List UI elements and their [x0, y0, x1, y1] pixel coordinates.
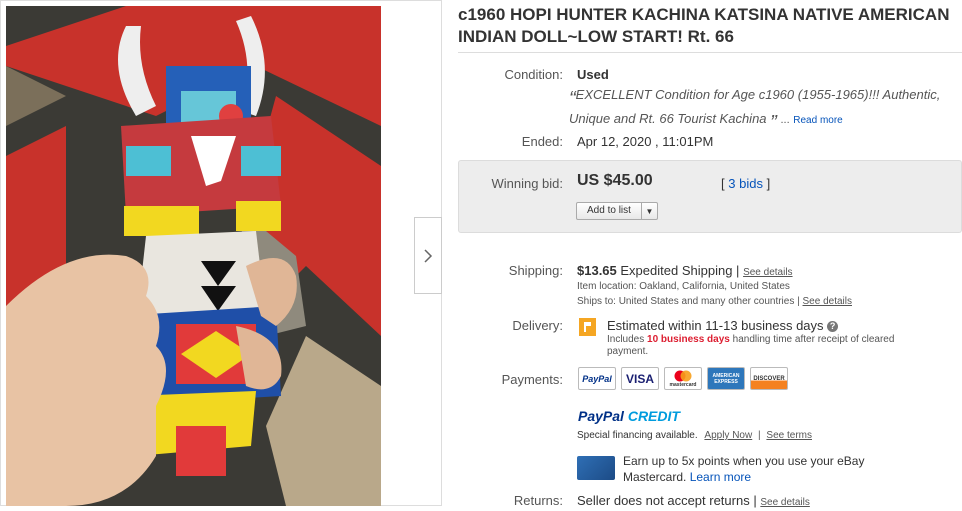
ships-to-see-details-link[interactable]: See details — [803, 296, 852, 307]
mastercard-circles-icon — [674, 370, 692, 381]
financing-text: Special financing available. — [577, 430, 698, 441]
ended-value: Apr 12, 2020 , 11:01PM — [577, 134, 714, 149]
ellipsis: ... — [780, 114, 790, 126]
mastercard-text: mastercard — [669, 381, 697, 388]
visa-logo: VISA — [621, 367, 659, 390]
shipping-row: $13.65 Expedited Shipping | See details — [577, 263, 793, 278]
paypal-credit-word2: CREDIT — [627, 408, 680, 424]
read-more-link[interactable]: Read more — [793, 115, 842, 126]
winning-bid-panel — [458, 160, 962, 233]
item-location: Item location: Oakland, California, Unit… — [577, 281, 790, 292]
paypal-credit-word1: PayPal — [578, 408, 624, 424]
winning-bid-value: US $45.00 — [577, 172, 653, 189]
returns-label: Returns: — [513, 493, 563, 508]
kachina-doll-image — [6, 6, 381, 506]
ended-label: Ended: — [521, 134, 563, 149]
item-title: c1960 HOPI HUNTER KACHINA KATSINA NATIVE… — [458, 5, 950, 46]
discover-logo: DISCOVER — [750, 367, 788, 390]
mastercard-logo: mastercard — [664, 367, 702, 390]
add-to-list-button[interactable]: Add to list ▼ — [576, 202, 658, 220]
bids-bracket-close: ] — [766, 176, 771, 191]
delivery-note-line2: payment. — [607, 346, 649, 357]
ships-to-separator: | — [797, 296, 800, 307]
card-promo-line1: Earn up to 5x points when you use your e… — [623, 454, 865, 468]
delivery-estimate: Estimated within 11-13 business days — [607, 318, 824, 333]
financing-row: Special financing available. Apply Now |… — [577, 430, 812, 441]
condition-value: Used — [577, 67, 609, 82]
returns-see-details-link[interactable]: See details — [760, 497, 809, 508]
ebay-mastercard-icon — [577, 456, 615, 480]
condition-label: Condition: — [504, 67, 563, 82]
bid-history-link[interactable]: 3 bids — [728, 176, 763, 191]
add-to-list-label[interactable]: Add to list — [577, 203, 642, 219]
financing-separator: | — [758, 430, 761, 441]
ships-to: Ships to: United States and many other c… — [577, 296, 795, 307]
payment-methods: PayPal VISA mastercard AMERICAN EXPRESS … — [578, 367, 788, 390]
shipping-see-details-link[interactable]: See details — [743, 267, 792, 278]
bids-bracket-open: [ — [721, 176, 725, 191]
open-quote: “ — [569, 88, 576, 110]
card-promo-line2: Mastercard. — [623, 470, 687, 484]
returns-row: Seller does not accept returns | See det… — [577, 493, 810, 508]
condition-desc-line2: Unique and Rt. 66 Tourist Kachina — [569, 111, 767, 126]
handling-days: 10 business days — [647, 334, 730, 345]
shipping-method: Expedited Shipping — [620, 263, 733, 278]
title-divider — [458, 52, 962, 53]
delivery-note-prefix: Includes — [607, 334, 645, 345]
next-image-button[interactable] — [414, 217, 442, 294]
delivery-note-suffix: handling time after receipt of cleared — [732, 334, 895, 345]
card-promo: Earn up to 5x points when you use your e… — [623, 453, 864, 485]
returns-separator: | — [753, 493, 757, 508]
chevron-down-icon[interactable]: ▼ — [642, 203, 657, 219]
ships-to-row: Ships to: United States and many other c… — [577, 296, 852, 307]
paypal-logo: PayPal — [578, 367, 616, 390]
delivery-label: Delivery: — [512, 318, 563, 333]
image-gallery — [0, 0, 442, 506]
delivery-estimate-row: Estimated within 11-13 business days ? — [607, 318, 839, 333]
learn-more-link[interactable]: Learn more — [690, 470, 751, 484]
condition-desc-line1: EXCELLENT Condition for Age c1960 (1955-… — [575, 87, 941, 102]
payments-label: Payments: — [501, 372, 563, 387]
shipping-label: Shipping: — [508, 263, 563, 278]
delivery-note: Includes 10 business days handling time … — [607, 334, 937, 358]
winning-bid-label: Winning bid: — [491, 176, 563, 191]
amex-logo: AMERICAN EXPRESS — [707, 367, 745, 390]
shipping-separator: | — [736, 263, 740, 278]
bid-count: [ 3 bids ] — [721, 176, 770, 191]
item-photo[interactable] — [6, 6, 381, 506]
help-icon[interactable]: ? — [827, 321, 839, 332]
chevron-right-icon — [424, 248, 433, 263]
see-terms-link[interactable]: See terms — [766, 430, 812, 441]
close-quote: ” — [770, 112, 777, 134]
returns-value: Seller does not accept returns — [577, 493, 750, 508]
paypal-credit-logo: PayPal CREDIT — [578, 408, 680, 424]
flag-icon — [579, 318, 596, 336]
apply-now-link[interactable]: Apply Now — [704, 430, 752, 441]
condition-description: “EXCELLENT Condition for Age c1960 (1955… — [569, 85, 961, 133]
shipping-cost: $13.65 — [577, 263, 617, 278]
